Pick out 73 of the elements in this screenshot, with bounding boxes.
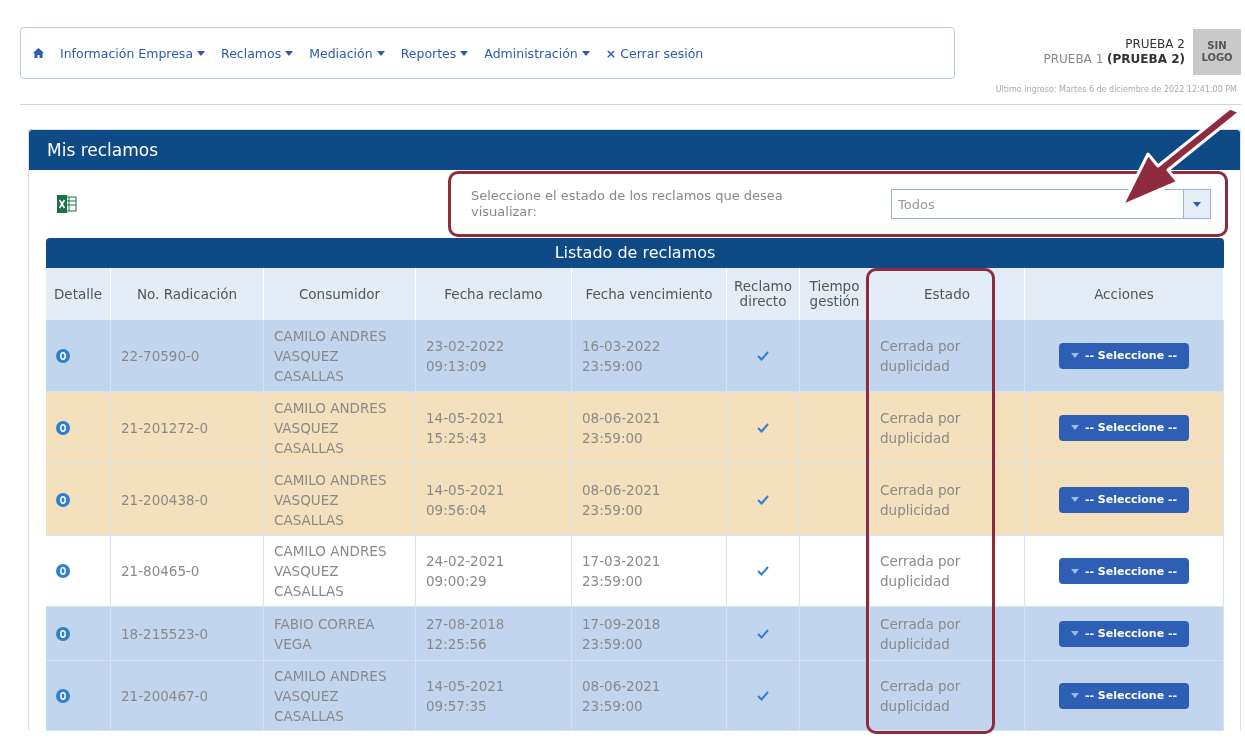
table-cell-text: Cerrada por duplicidad [880,480,962,520]
table-cell-text: 27-08-2018 12:25:56 [426,614,506,654]
detail-icon[interactable] [56,492,70,507]
column-header: Tiempo gestión [800,268,870,320]
caret-icon [1070,353,1079,358]
table-cell-text: CAMILO ANDRES VASQUEZ CASALLAS [274,542,388,601]
nav-menu-link[interactable]: Reclamos [221,45,294,61]
actions-dropdown[interactable]: -- Seleccione -- [1059,342,1189,369]
table-title: Listado de reclamos [554,243,716,262]
nav-menu-link[interactable]: Información Empresa [60,45,206,61]
table-cell-text: 14-05-2021 09:56:04 [426,480,506,520]
caret-icon [1070,568,1079,574]
table-cell-text: Cerrada por duplicidad [880,676,962,716]
table-cell-text: Cerrada por duplicidad [880,614,962,654]
table-cell-text: 17-03-2021 23:59:00 [582,552,662,591]
detail-icon[interactable] [56,348,70,363]
panel-title: Mis reclamos [47,140,159,160]
table-cell-text: 16-03-2022 23:59:00 [582,336,662,376]
table-cell-text: 08-06-2021 23:59:00 [582,480,662,520]
column-header: Consumidor [264,268,416,320]
logo-text: SIN LOGO [1201,40,1233,64]
table-cell-text: Cerrada por duplicidad [880,408,962,448]
table-cell-text: 21-200438-0 [121,490,209,510]
table-cell-text: Cerrada por duplicidad [880,336,962,376]
table-cell-text: 08-06-2021 23:59:00 [582,408,662,448]
table-cell-text: FABIO CORREA VEGA [274,614,376,654]
home-icon[interactable] [33,48,44,58]
nav-menu-link[interactable]: Administración [484,45,590,61]
user-name: PRUEBA 2 [1124,37,1185,52]
detail-icon[interactable] [56,420,70,435]
table-cell-text: CAMILO ANDRES VASQUEZ CASALLAS [274,398,388,458]
actions-dropdown[interactable]: -- Seleccione -- [1059,682,1189,709]
column-header: No. Radicación [111,268,264,320]
table-cell-text: 22-70590-0 [121,346,200,366]
caret-icon [1193,201,1201,207]
logout-link[interactable]: × Cerrar sesión [605,45,704,61]
table-cell-text: 23-02-2022 09:13:09 [426,336,506,376]
caret-icon [1070,497,1079,502]
table-cell-text: CAMILO ANDRES VASQUEZ CASALLAS [274,470,388,530]
column-header: Estado [870,268,1025,320]
user-company: PRUEBA 1 (PRUEBA 2) [1043,52,1185,67]
nav-menu-link[interactable]: Mediación [309,45,385,61]
table-cell-text: CAMILO ANDRES VASQUEZ CASALLAS [274,666,388,726]
table-cell-text: 21-201272-0 [121,418,209,438]
table-cell-text: 14-05-2021 15:25:43 [426,408,506,448]
table-cell-text: 18-215523-0 [121,624,209,644]
actions-dropdown[interactable]: -- Seleccione -- [1059,620,1189,647]
table-cell-text: 21-200467-0 [121,686,209,706]
table-cell-text: 17-09-2018 23:59:00 [582,614,662,654]
column-header: Fecha reclamo [416,268,572,320]
column-header: Fecha vencimiento [572,268,727,320]
actions-dropdown[interactable]: -- Seleccione -- [1059,486,1189,513]
spreadsheet-icon[interactable] [57,195,77,213]
detail-icon[interactable] [56,564,70,578]
column-header: Reclamo directo [727,268,800,320]
caret-icon [1070,425,1079,430]
column-header: Detalle [46,268,111,320]
table-cell-text: 21-80465-0 [121,562,200,581]
table-cell-text: 08-06-2021 23:59:00 [582,676,662,716]
detail-icon[interactable] [56,688,70,703]
column-header: Acciones [1025,268,1224,320]
table-cell-text: 24-02-2021 09:00:29 [426,552,506,591]
filter-label: Seleccione el estado de los reclamos que desea visualizar: [471,188,784,220]
nav-menu-link[interactable]: Reportes [400,45,469,61]
last-login-text: Ultimo ingreso: Martes 6 de diciembre de 2022 12:41:00 PM [995,85,1237,94]
actions-dropdown[interactable]: -- Seleccione -- [1059,558,1189,584]
table-cell-text: Cerrada por duplicidad [880,552,962,591]
table-cell-text: 14-05-2021 09:57:35 [426,676,506,716]
table-cell-text: CAMILO ANDRES VASQUEZ CASALLAS [274,326,388,386]
detail-icon[interactable] [56,626,70,641]
actions-dropdown[interactable]: -- Seleccione -- [1059,414,1189,441]
caret-icon [1070,693,1079,698]
caret-icon [1070,631,1079,636]
